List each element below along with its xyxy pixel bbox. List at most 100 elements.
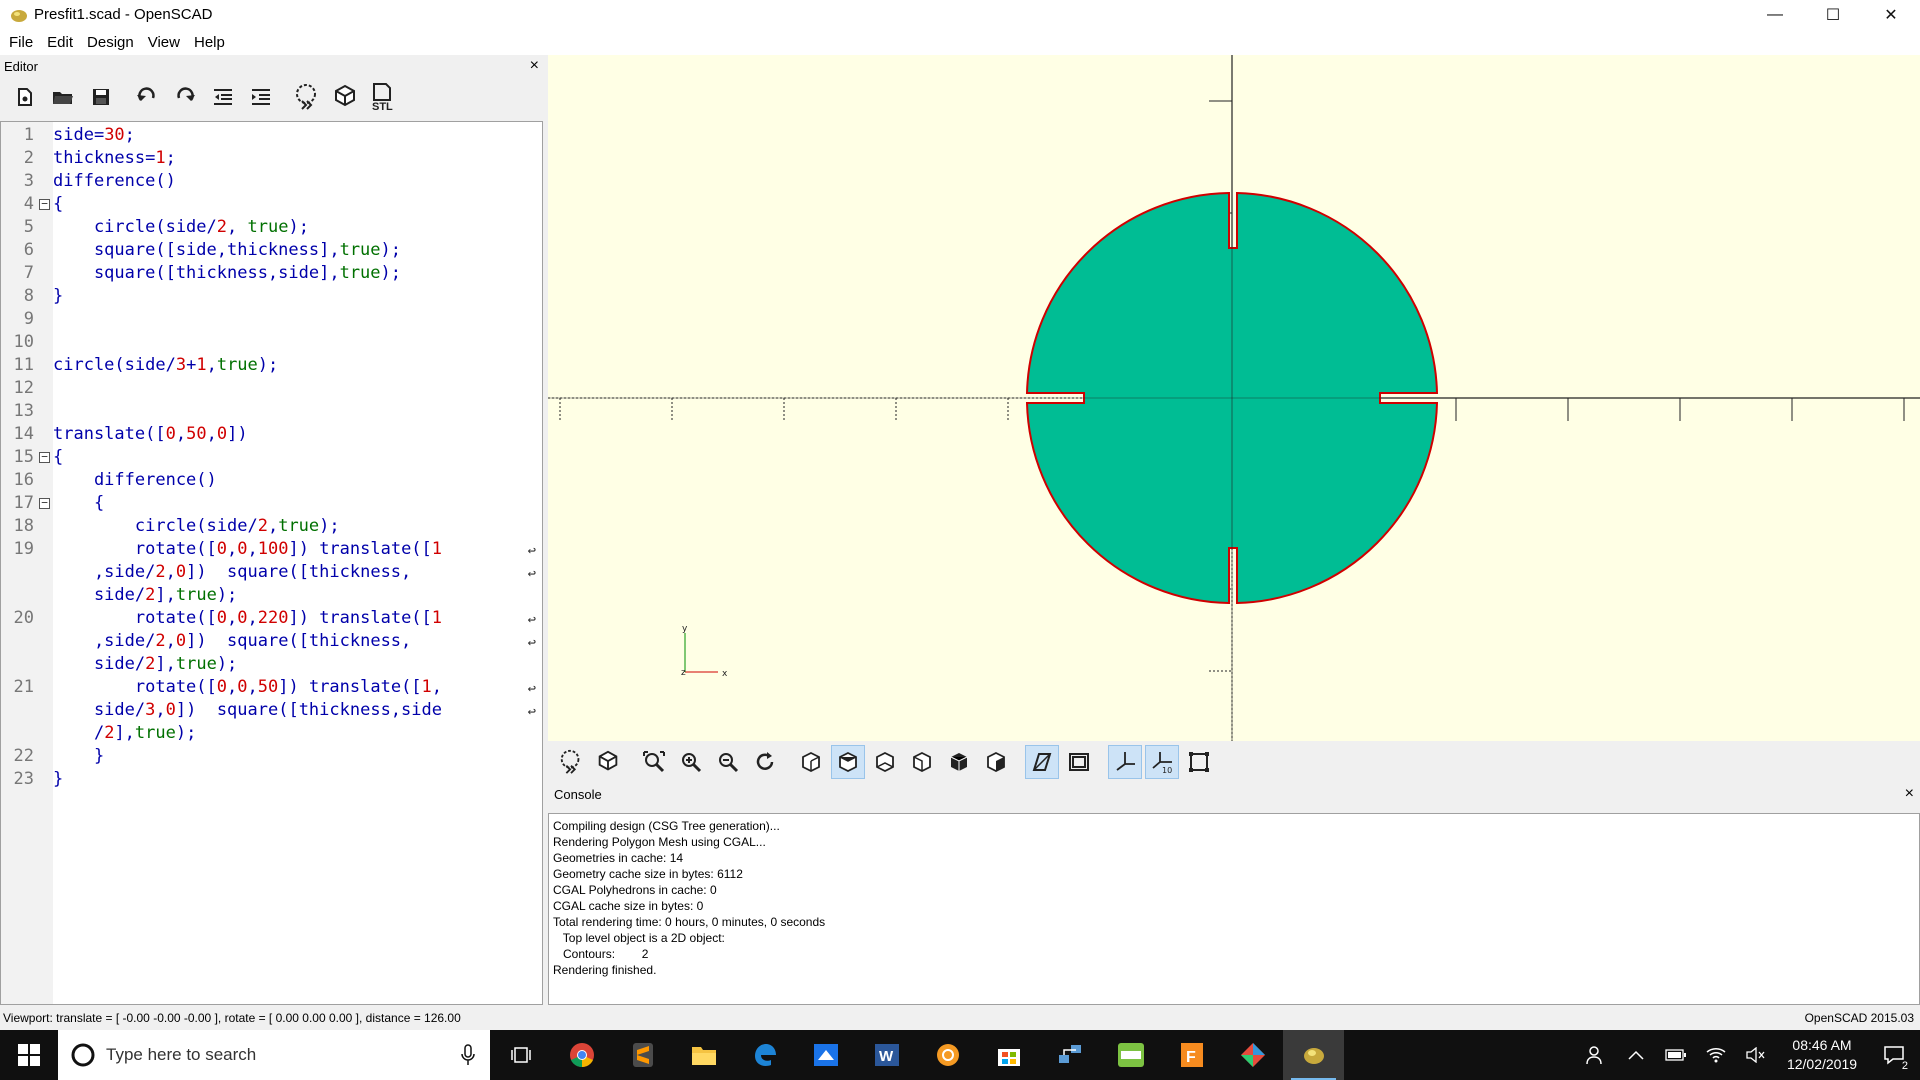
- view-bottom-icon[interactable]: [868, 745, 902, 779]
- render-icon[interactable]: [328, 80, 362, 114]
- fusion-icon[interactable]: F: [1161, 1030, 1222, 1080]
- console-close-button[interactable]: ×: [1905, 785, 1914, 803]
- line-number: 19: [13, 539, 34, 559]
- people-icon[interactable]: [1576, 1030, 1616, 1080]
- line-wrap-icon: ↩: [527, 635, 536, 651]
- editor-close-button[interactable]: ×: [530, 57, 539, 75]
- edge-icon[interactable]: [734, 1030, 795, 1080]
- orthogonal-icon[interactable]: [1062, 745, 1096, 779]
- code-line: 22 }: [1, 745, 542, 768]
- view-front-icon[interactable]: [942, 745, 976, 779]
- code-line: 7 square([thickness,side],true);: [1, 262, 542, 285]
- code-line: 21 rotate([0,0,50]) translate([1, ↩: [1, 676, 542, 699]
- save-icon[interactable]: [84, 80, 118, 114]
- view-all-icon[interactable]: [637, 745, 671, 779]
- code-text: rotate([0,0,50]) translate([1,: [53, 677, 443, 697]
- redo-icon[interactable]: [168, 80, 202, 114]
- menu-design[interactable]: Design: [80, 34, 141, 51]
- code-line: side/3,0]) square([thickness,side ↩: [1, 699, 542, 722]
- taskbar-search[interactable]: Type here to search: [58, 1030, 490, 1080]
- line-number: 21: [13, 677, 34, 697]
- line-wrap-icon: ↩: [527, 681, 536, 697]
- view-back-icon[interactable]: [979, 745, 1013, 779]
- code-line: 8}: [1, 285, 542, 308]
- console-line: Geometry cache size in bytes: 6112: [553, 867, 743, 881]
- zoom-in-icon[interactable]: [674, 745, 708, 779]
- code-line: 3 difference(): [1, 170, 542, 193]
- line-number: 1: [23, 125, 34, 145]
- perspective-icon[interactable]: [1025, 745, 1059, 779]
- chevron-up-icon[interactable]: [1616, 1030, 1656, 1080]
- battery-icon[interactable]: [1656, 1030, 1696, 1080]
- reset-view-icon[interactable]: [748, 745, 782, 779]
- minimize-button[interactable]: —: [1746, 0, 1804, 29]
- close-button[interactable]: ✕: [1862, 0, 1920, 29]
- wifi-icon[interactable]: [1696, 1030, 1736, 1080]
- undo-icon[interactable]: [130, 80, 164, 114]
- 3d-viewport[interactable]: x y z: [548, 55, 1920, 741]
- menu-view[interactable]: View: [141, 34, 187, 51]
- notification-count: 2: [1899, 1060, 1910, 1072]
- sublime-icon[interactable]: [612, 1030, 673, 1080]
- notifications-icon[interactable]: 2: [1868, 1030, 1920, 1080]
- export-stl-icon[interactable]: STL: [366, 80, 400, 114]
- console-line: Total rendering time: 0 hours, 0 minutes…: [553, 915, 826, 929]
- view-right-icon[interactable]: [794, 745, 828, 779]
- code-text: side=30;: [53, 125, 135, 145]
- menu-file[interactable]: File: [2, 34, 40, 51]
- axis-label-z: z: [681, 668, 686, 678]
- menu-help[interactable]: Help: [187, 34, 232, 51]
- render-icon[interactable]: [591, 745, 625, 779]
- code-line: 1 side=30;: [1, 124, 542, 147]
- axis-label-y: y: [682, 624, 688, 634]
- taskbar-clock[interactable]: 08:46 AM 12/02/2019: [1776, 1036, 1868, 1074]
- show-scale-markers-icon[interactable]: 10: [1145, 745, 1179, 779]
- line-number: 20: [13, 608, 34, 628]
- code-text: square([side,thickness],true);: [53, 240, 402, 260]
- fold-toggle-icon[interactable]: −: [39, 198, 50, 210]
- word-icon[interactable]: W: [856, 1030, 917, 1080]
- line-number: 14: [13, 424, 34, 444]
- openscad-logo-icon: [8, 4, 30, 26]
- open-file-icon[interactable]: [46, 80, 80, 114]
- task-view-icon[interactable]: [490, 1030, 551, 1080]
- zoom-out-icon[interactable]: [711, 745, 745, 779]
- show-edges-icon[interactable]: [1182, 745, 1216, 779]
- code-text: thickness=1;: [53, 148, 176, 168]
- show-axes-icon[interactable]: [1108, 745, 1142, 779]
- openscad-icon[interactable]: [1283, 1030, 1344, 1080]
- code-text: rotate([0,0,100]) translate([1: [53, 539, 443, 559]
- code-line: 18 circle(side/2,true);: [1, 515, 542, 538]
- app-icon[interactable]: [795, 1030, 856, 1080]
- unindent-icon[interactable]: [206, 80, 240, 114]
- fold-toggle-icon[interactable]: −: [39, 497, 50, 509]
- start-button[interactable]: [0, 1030, 58, 1080]
- kite-icon[interactable]: [1222, 1030, 1283, 1080]
- view-left-icon[interactable]: [905, 745, 939, 779]
- code-text: side/2],true);: [53, 585, 238, 605]
- green-app-icon[interactable]: [1100, 1030, 1161, 1080]
- console-output[interactable]: Compiling design (CSG Tree generation)..…: [548, 813, 1920, 1005]
- line-number: 15: [13, 447, 34, 467]
- network-app-icon[interactable]: [1039, 1030, 1100, 1080]
- console-titlebar: Console ×: [548, 785, 1920, 803]
- maximize-button[interactable]: ☐: [1804, 0, 1862, 29]
- file-explorer-icon[interactable]: [673, 1030, 734, 1080]
- volume-muted-icon[interactable]: [1736, 1030, 1776, 1080]
- line-number: 22: [13, 746, 34, 766]
- chrome-icon[interactable]: [551, 1030, 612, 1080]
- orange-app-icon[interactable]: [917, 1030, 978, 1080]
- preview-icon[interactable]: [554, 745, 588, 779]
- new-file-icon[interactable]: [8, 80, 42, 114]
- version-label: OpenSCAD 2015.03: [1804, 1011, 1914, 1025]
- code-line: 10: [1, 331, 542, 354]
- code-lines: 1 side=30; 2 thickness=1; 3 difference() 4−{5 …: [1, 124, 542, 791]
- fold-toggle-icon[interactable]: −: [39, 451, 50, 463]
- store-icon[interactable]: [978, 1030, 1039, 1080]
- menu-edit[interactable]: Edit: [40, 34, 80, 51]
- line-number: 3: [23, 171, 34, 191]
- indent-icon[interactable]: [244, 80, 278, 114]
- code-editor[interactable]: 1 side=30; 2 thickness=1; 3 difference() 4−{5 …: [0, 121, 543, 1005]
- view-top-icon[interactable]: [831, 745, 865, 779]
- preview-icon[interactable]: [290, 80, 324, 114]
